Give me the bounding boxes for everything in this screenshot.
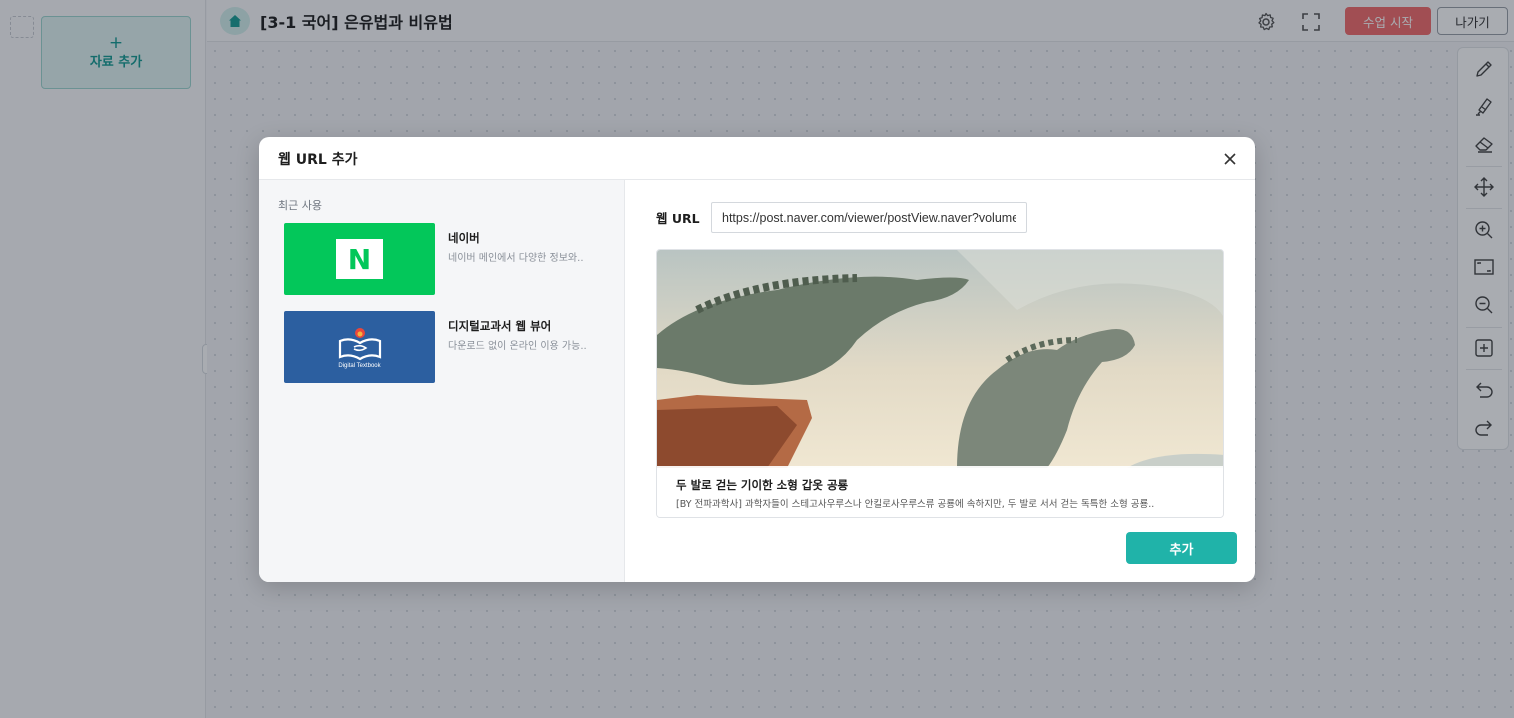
recent-site-digital-textbook[interactable]: Digital Textbook 디지털교과서 웹 뷰어 다운로드 없이 온라인… xyxy=(284,311,614,383)
preview-caption: 두 발로 걷는 기이한 소형 갑옷 공룡 [BY 전파과학사] 과학자들이 스테… xyxy=(657,466,1223,517)
naver-thumbnail: N xyxy=(284,223,435,295)
site-description: 다운로드 없이 온라인 이용 가능.. xyxy=(448,341,587,352)
site-description: 네이버 메인에서 다양한 정보와.. xyxy=(448,253,584,264)
close-icon xyxy=(1224,153,1236,165)
recent-label: 최근 사용 xyxy=(278,199,322,212)
preview-image xyxy=(657,250,1223,468)
naver-logo: N xyxy=(336,239,383,279)
add-web-url-dialog: 웹 URL 추가 최근 사용 N 네이버 네이버 메인에서 다양한 정보와.. xyxy=(259,137,1255,582)
digital-textbook-caption: Digital Textbook xyxy=(338,363,381,369)
recent-site-naver[interactable]: N 네이버 네이버 메인에서 다양한 정보와.. xyxy=(284,223,614,295)
site-name: 네이버 xyxy=(448,231,480,245)
add-button[interactable]: 추가 xyxy=(1126,532,1237,564)
preview-description: [BY 전파과학사] 과학자들이 스테고사우루스나 안킬로사우루스류 공룡에 속… xyxy=(676,499,1155,510)
url-entry-panel: 웹 URL https://post.naver.com/viewer/post… xyxy=(625,180,1255,582)
link-preview-card: 두 발로 걷는 기이한 소형 갑옷 공룡 [BY 전파과학사] 과학자들이 스테… xyxy=(656,249,1224,518)
close-button[interactable] xyxy=(1221,150,1239,168)
url-label: 웹 URL xyxy=(656,211,700,226)
preview-title: 두 발로 걷는 기이한 소형 갑옷 공룡 xyxy=(676,478,849,492)
url-input[interactable] xyxy=(711,202,1027,233)
dialog-title: 웹 URL 추가 xyxy=(278,152,358,168)
site-name: 디지털교과서 웹 뷰어 xyxy=(448,319,552,333)
digital-textbook-thumbnail: Digital Textbook xyxy=(284,311,435,383)
dialog-header: 웹 URL 추가 xyxy=(259,137,1255,180)
digital-textbook-logo-icon xyxy=(338,328,381,361)
recent-sites-panel: 최근 사용 N 네이버 네이버 메인에서 다양한 정보와.. Digital T… xyxy=(259,180,625,582)
